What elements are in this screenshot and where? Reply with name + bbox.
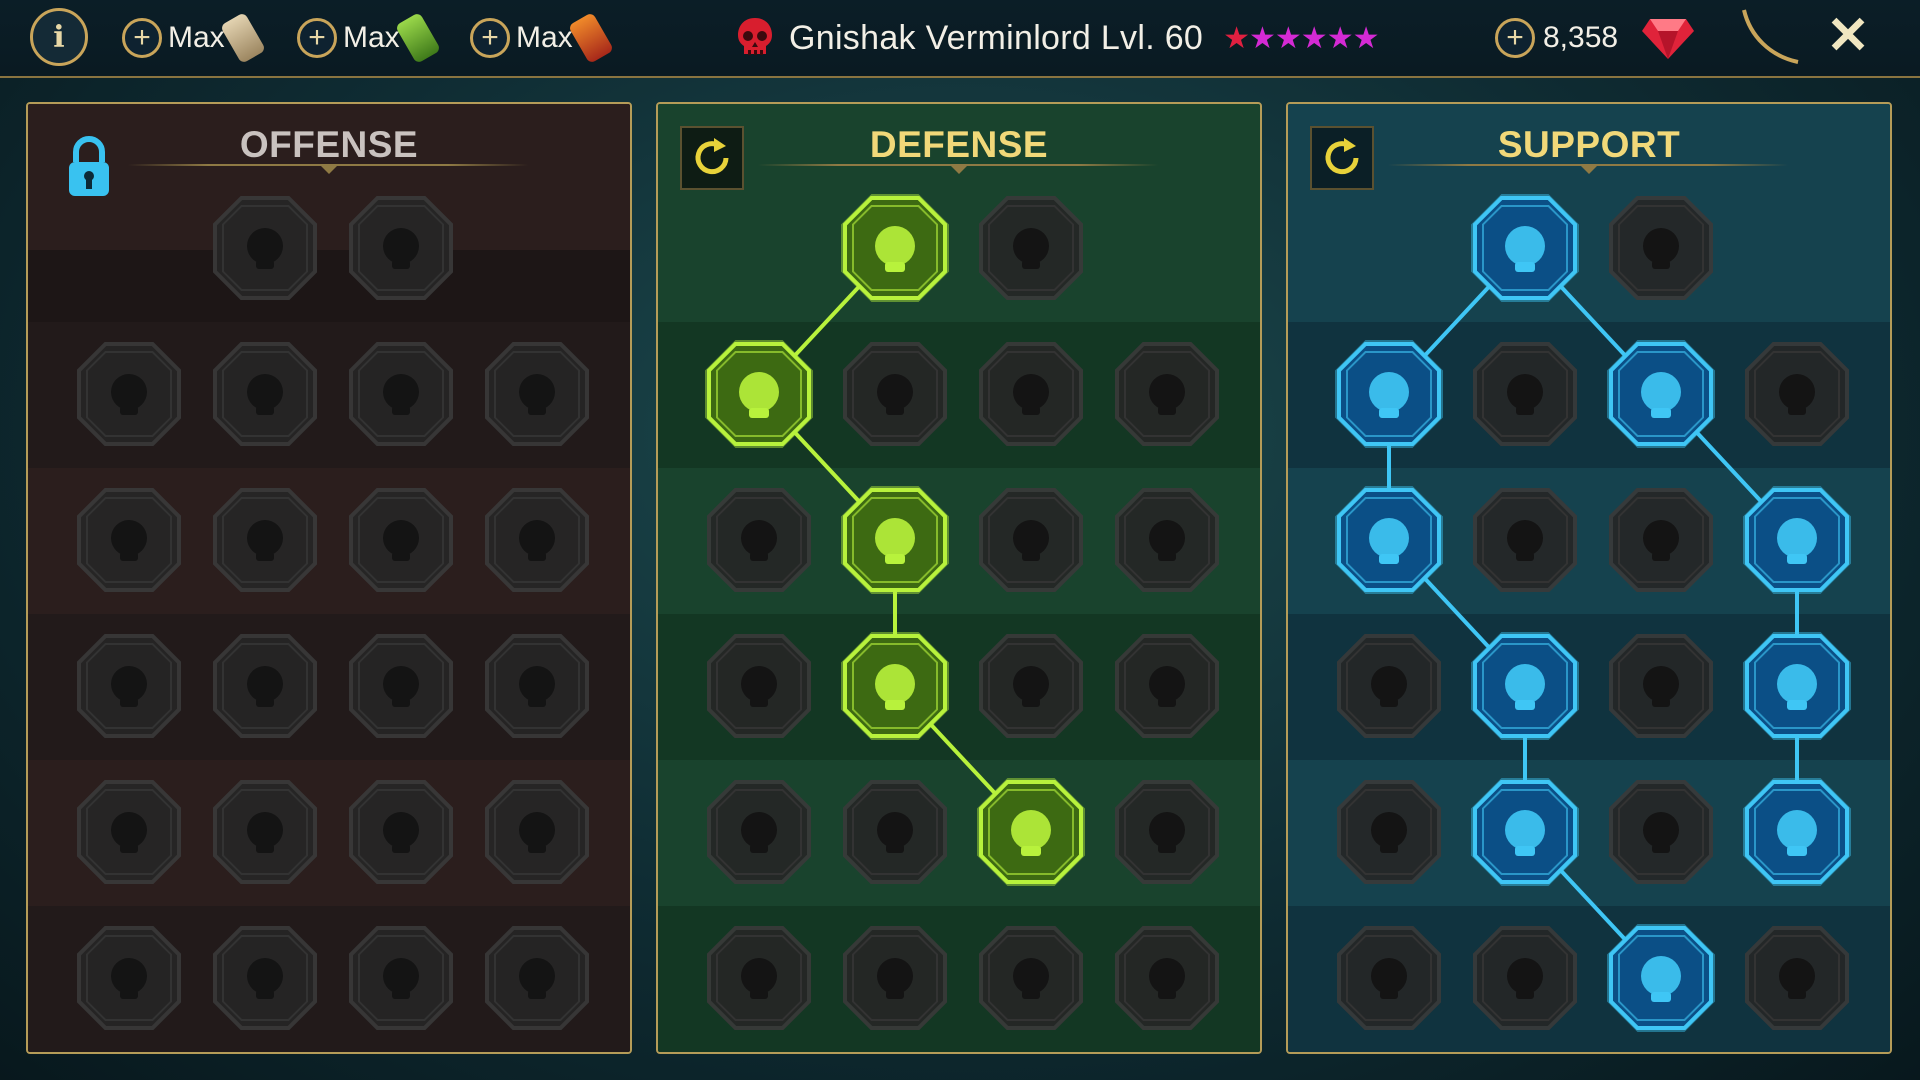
winged-shield-icon[interactable]	[839, 922, 951, 1034]
droplets-icon[interactable]	[839, 776, 951, 888]
knight-helm-icon[interactable]	[209, 922, 321, 1034]
resource-label: Max	[168, 21, 225, 54]
armor-plates-icon[interactable]	[839, 192, 951, 304]
eagle-icon[interactable]	[1741, 922, 1853, 1034]
panel-title: OFFENSE	[239, 124, 419, 165]
running-man-icon[interactable]	[703, 776, 815, 888]
lock-icon[interactable]	[66, 134, 112, 200]
crowd-icon[interactable]	[703, 630, 815, 742]
close-button[interactable]: ✕	[1820, 7, 1876, 65]
bull-icon[interactable]	[1111, 630, 1223, 742]
spiked-skull-icon[interactable]	[481, 922, 593, 1034]
hooded-figure-icon[interactable]	[1111, 484, 1223, 596]
add-gems-button[interactable]: +	[1495, 18, 1535, 58]
skull-icon	[738, 18, 772, 55]
heart-hand-icon[interactable]	[839, 338, 951, 450]
rank-stars: ★★★★★	[1249, 21, 1379, 55]
knight-shield-icon[interactable]	[839, 484, 951, 596]
spider-icon[interactable]	[73, 776, 185, 888]
horned-skull-icon[interactable]	[1469, 922, 1581, 1034]
sword-slash-icon[interactable]	[209, 338, 321, 450]
book-icon[interactable]	[1605, 630, 1717, 742]
daggers-icon[interactable]	[345, 192, 457, 304]
twin-skull-icon[interactable]	[209, 776, 321, 888]
shackled-fist-icon[interactable]	[1605, 922, 1717, 1034]
dancer-icon[interactable]	[703, 484, 815, 596]
green-scroll-icon	[394, 11, 441, 65]
add-resource-button[interactable]: +	[122, 18, 162, 58]
fast-hand-icon[interactable]	[1741, 338, 1853, 450]
ruby-gem-icon	[1642, 19, 1695, 59]
shield-break-icon[interactable]	[345, 338, 457, 450]
star-rating: ★★★★★★	[1223, 21, 1379, 56]
chain-lightning-icon[interactable]	[481, 630, 593, 742]
praying-hands-icon[interactable]	[1333, 338, 1445, 450]
armored-body-icon[interactable]	[975, 338, 1087, 450]
fangs-icon[interactable]	[209, 484, 321, 596]
skull-cloak-icon[interactable]	[345, 484, 457, 596]
top-bar: i + Max + Max + Max Gnishak Verminlord L…	[0, 0, 1920, 78]
add-resource-button[interactable]: +	[297, 18, 337, 58]
panel-title: SUPPORT	[1497, 124, 1681, 165]
eye-icon[interactable]	[1605, 776, 1717, 888]
sparkle-sword-icon[interactable]	[73, 922, 185, 1034]
gem-counter[interactable]: + 8,358	[1495, 14, 1736, 62]
heart-chain-icon[interactable]	[1333, 630, 1445, 742]
crack-icon[interactable]	[1605, 484, 1717, 596]
beast-icon[interactable]	[703, 922, 815, 1034]
speed-boot-icon[interactable]	[1469, 776, 1581, 888]
dagger-ring-icon[interactable]	[345, 776, 457, 888]
hourglass-skull-icon[interactable]	[839, 630, 951, 742]
red-scroll-icon	[567, 11, 614, 65]
heart-icon[interactable]	[975, 484, 1087, 596]
arrow-hit-icon[interactable]	[73, 484, 185, 596]
demon-heart-icon[interactable]	[73, 338, 185, 450]
radiant-skull-icon[interactable]	[975, 776, 1087, 888]
potion-icon[interactable]	[1333, 922, 1445, 1034]
healer-icon[interactable]	[1333, 484, 1445, 596]
bleeding-heart-icon[interactable]	[73, 630, 185, 742]
offense-panel: OFFENSE	[26, 102, 632, 1054]
angry-eyes-icon[interactable]	[1741, 630, 1853, 742]
flame-skull-icon[interactable]	[1605, 338, 1717, 450]
info-button[interactable]: i	[30, 8, 88, 66]
defense-panel: DEFENSE	[656, 102, 1262, 1054]
berserker-icon[interactable]	[481, 776, 593, 888]
add-resource-button[interactable]: +	[470, 18, 510, 58]
swipe-icon[interactable]	[1111, 776, 1223, 888]
awakened-star: ★	[1223, 21, 1250, 55]
lightning-icon[interactable]	[1469, 484, 1581, 596]
resource-label: Max	[343, 21, 400, 54]
blade-hand-icon[interactable]	[481, 484, 593, 596]
dome-shield-icon[interactable]	[1469, 338, 1581, 450]
dark-lord-icon[interactable]	[345, 922, 457, 1034]
swords-icon[interactable]	[209, 192, 321, 304]
gem-value: 8,358	[1543, 21, 1619, 54]
spiral-icon[interactable]	[1605, 192, 1717, 304]
cursed-heart-icon[interactable]	[481, 338, 593, 450]
crossed-blades-icon[interactable]	[1111, 338, 1223, 450]
palm-icon[interactable]	[975, 630, 1087, 742]
ornament-arc-icon	[1742, 9, 1799, 64]
resource-label: Max	[516, 21, 573, 54]
bone-scroll-icon	[219, 11, 266, 65]
shadow-clone-icon[interactable]	[1741, 484, 1853, 596]
resource-scroll-1[interactable]: + Max	[122, 11, 266, 65]
comet-icon[interactable]	[1469, 630, 1581, 742]
champion-header: Gnishak Verminlord Lvl. 60 ★★★★★★	[735, 10, 1380, 66]
support-panel: SUPPORT	[1286, 102, 1892, 1054]
resource-scroll-2[interactable]: + Max	[297, 11, 441, 65]
heart-plus-icon[interactable]	[1469, 192, 1581, 304]
champion-name: Gnishak Verminlord Lvl. 60	[789, 18, 1204, 57]
chevron-shield-icon[interactable]	[703, 338, 815, 450]
muscle-icon[interactable]	[1111, 922, 1223, 1034]
bearded-face-icon[interactable]	[975, 922, 1087, 1034]
voodoo-icon[interactable]	[1741, 776, 1853, 888]
compass-icon[interactable]	[1333, 776, 1445, 888]
fist-sword-icon[interactable]	[209, 630, 321, 742]
fist-icon[interactable]	[975, 192, 1087, 304]
axe-icon[interactable]	[345, 630, 457, 742]
panel-title: DEFENSE	[869, 124, 1049, 165]
resource-scroll-3[interactable]: + Max	[470, 11, 614, 65]
